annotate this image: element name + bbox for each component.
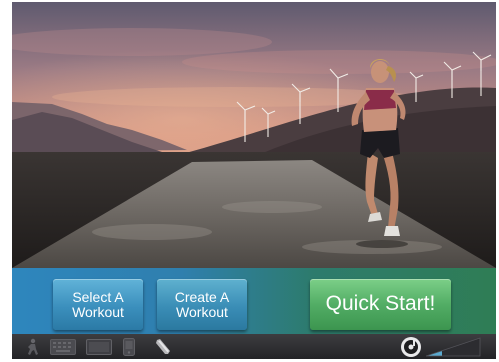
key-icon[interactable]: [154, 338, 172, 356]
quick-start-label: Quick Start!: [325, 292, 436, 316]
select-workout-label: Select A Workout: [72, 288, 124, 320]
select-workout-button[interactable]: Select A Workout: [53, 279, 143, 330]
runner-icon[interactable]: [24, 338, 40, 356]
console-screen: Select A Workout Create A Workout Quick …: [0, 0, 499, 362]
tv-icon[interactable]: [86, 339, 112, 355]
hero-image: [12, 2, 496, 268]
music-player-icon[interactable]: [400, 336, 422, 358]
volume-level-icon[interactable]: [426, 337, 482, 357]
phone-icon[interactable]: [123, 338, 135, 356]
create-workout-button[interactable]: Create A Workout: [157, 279, 247, 330]
action-bar: Select A Workout Create A Workout Quick …: [12, 268, 496, 334]
create-workout-label: Create A Workout: [174, 288, 230, 320]
keyboard-icon[interactable]: [50, 339, 76, 355]
console-frame: Select A Workout Create A Workout Quick …: [12, 2, 496, 359]
status-bar: [12, 334, 496, 359]
quick-start-button[interactable]: Quick Start!: [310, 279, 451, 330]
